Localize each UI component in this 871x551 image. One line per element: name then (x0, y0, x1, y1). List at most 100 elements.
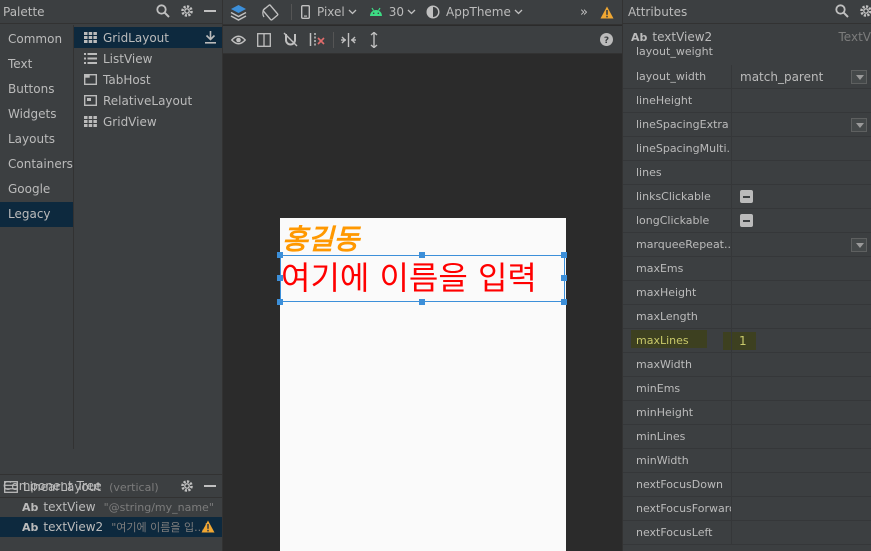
category-layouts[interactable]: Layouts (0, 127, 73, 152)
gear-icon[interactable] (180, 4, 194, 18)
attr-row-min-width[interactable]: minWidth (623, 448, 871, 473)
category-buttons[interactable]: Buttons (0, 77, 73, 102)
category-legacy[interactable]: Legacy (0, 202, 73, 227)
attr-name: lineHeight (636, 94, 693, 107)
resize-handle[interactable] (277, 299, 283, 305)
attr-value[interactable] (731, 496, 871, 521)
attr-row-min-lines[interactable]: minLines (623, 424, 871, 449)
category-common[interactable]: Common (0, 27, 73, 52)
chevron-down-icon[interactable] (851, 117, 867, 132)
chevron-down-icon[interactable] (851, 237, 867, 252)
attr-value[interactable]: 1 (731, 328, 871, 353)
attr-row-max-lines[interactable]: maxLines 1 (623, 328, 871, 353)
checkbox-indeterminate[interactable] (740, 214, 753, 227)
attr-value[interactable] (731, 304, 871, 329)
theme-selector[interactable]: AppTheme (426, 5, 523, 19)
attr-value[interactable] (731, 136, 871, 161)
category-widgets[interactable]: Widgets (0, 102, 73, 127)
attr-value[interactable] (731, 448, 871, 473)
attr-row-max-ems[interactable]: maxEms (623, 256, 871, 281)
attr-row-next-focus-down[interactable]: nextFocusDown (623, 472, 871, 497)
category-google[interactable]: Google (0, 177, 73, 202)
minimize-icon[interactable] (204, 4, 216, 18)
attr-name: maxWidth (636, 358, 692, 371)
attr-row-max-height[interactable]: maxHeight (623, 280, 871, 305)
attr-value[interactable]: match_parent (731, 64, 871, 89)
chevron-down-icon[interactable] (851, 69, 867, 84)
attr-value[interactable] (731, 232, 871, 257)
warning-icon[interactable] (201, 520, 215, 533)
attr-value[interactable] (731, 472, 871, 497)
checkbox-indeterminate[interactable] (740, 190, 753, 203)
help-icon[interactable]: ? (600, 33, 613, 46)
rotate-icon[interactable] (262, 3, 279, 21)
pack-horizontal-icon[interactable] (341, 33, 356, 47)
palette-item-label: RelativeLayout (103, 93, 193, 108)
attr-row-next-focus-left[interactable]: nextFocusLeft (623, 520, 871, 545)
search-icon[interactable] (835, 4, 849, 18)
palette-category-list: Common Text Buttons Widgets Layouts Cont… (0, 27, 73, 227)
tree-node-textview2[interactable]: Ab textView2 "여기에 이름을 입..." (0, 517, 222, 537)
attr-row-lines[interactable]: lines (623, 160, 871, 185)
preview-textview[interactable]: 홍길동 (282, 218, 359, 258)
search-icon[interactable] (156, 4, 170, 18)
resize-handle[interactable] (561, 252, 567, 258)
blueprint-icon[interactable] (257, 33, 271, 47)
tree-node-linearlayout[interactable]: LinearLayout (vertical) (0, 477, 222, 497)
category-text[interactable]: Text (0, 52, 73, 77)
attr-row-links-clickable[interactable]: linksClickable (623, 184, 871, 209)
attr-row-line-spacing-multiplier[interactable]: lineSpacingMulti... (623, 136, 871, 161)
attr-value[interactable] (731, 160, 871, 185)
resize-handle[interactable] (561, 275, 567, 281)
download-icon[interactable] (205, 31, 216, 44)
resize-handle[interactable] (419, 252, 425, 258)
attr-row-min-ems[interactable]: minEms (623, 376, 871, 401)
palette-item-relativelayout[interactable]: RelativeLayout (74, 90, 222, 111)
attr-row-layout-width[interactable]: layout_width match_parent (623, 64, 871, 89)
attr-value[interactable] (731, 112, 871, 137)
attr-row-next-focus-forward[interactable]: nextFocusForward (623, 496, 871, 521)
attr-value[interactable] (731, 280, 871, 305)
attr-row-line-height[interactable]: lineHeight (623, 88, 871, 113)
device-selector[interactable]: Pixel (301, 5, 357, 19)
tree-node-textview[interactable]: Ab textView "@string/my_name" (0, 497, 222, 517)
attr-value[interactable] (731, 256, 871, 281)
preview-textview2[interactable]: 여기에 이름을 입력 (280, 255, 565, 302)
device-preview[interactable]: 홍길동 여기에 이름을 입력 (277, 218, 567, 551)
attr-value-text: 1 (739, 333, 747, 348)
attr-value[interactable] (731, 208, 871, 233)
palette-item-listview[interactable]: ListView (74, 48, 222, 69)
palette-item-gridlayout[interactable]: GridLayout (74, 27, 222, 48)
attr-value[interactable] (731, 376, 871, 401)
magnet-off-icon[interactable] (283, 32, 298, 47)
attr-name: minEms (636, 382, 681, 395)
attr-row-max-length[interactable]: maxLength (623, 304, 871, 329)
attr-row-marquee-repeat-limit[interactable]: marqueeRepeat... (623, 232, 871, 257)
eye-icon[interactable] (231, 34, 246, 46)
attr-row-line-spacing-extra[interactable]: lineSpacingExtra (623, 112, 871, 137)
attr-value[interactable] (731, 352, 871, 377)
pack-vertical-icon[interactable] (369, 32, 379, 48)
attr-value[interactable] (731, 520, 871, 545)
attr-value[interactable] (731, 184, 871, 209)
layers-icon[interactable] (230, 4, 247, 21)
attr-row-long-clickable[interactable]: longClickable (623, 208, 871, 233)
resize-handle[interactable] (277, 275, 283, 281)
attr-value[interactable] (731, 88, 871, 113)
attr-row-layout-weight[interactable]: layout_weight (623, 42, 871, 64)
palette-item-gridview[interactable]: GridView (74, 111, 222, 132)
api-level-selector[interactable]: 30 (369, 5, 416, 19)
warning-icon[interactable] (600, 6, 614, 19)
palette-item-tabhost[interactable]: TabHost (74, 69, 222, 90)
resize-handle[interactable] (561, 299, 567, 305)
clear-constraints-icon[interactable] (309, 32, 325, 47)
resize-handle[interactable] (419, 299, 425, 305)
attr-value[interactable] (731, 424, 871, 449)
overflow-button[interactable]: » (580, 5, 588, 20)
attr-row-max-width[interactable]: maxWidth (623, 352, 871, 377)
attr-value[interactable] (731, 400, 871, 425)
gear-icon[interactable] (859, 4, 871, 18)
resize-handle[interactable] (277, 252, 283, 258)
category-containers[interactable]: Containers (0, 152, 73, 177)
attr-row-min-height[interactable]: minHeight (623, 400, 871, 425)
